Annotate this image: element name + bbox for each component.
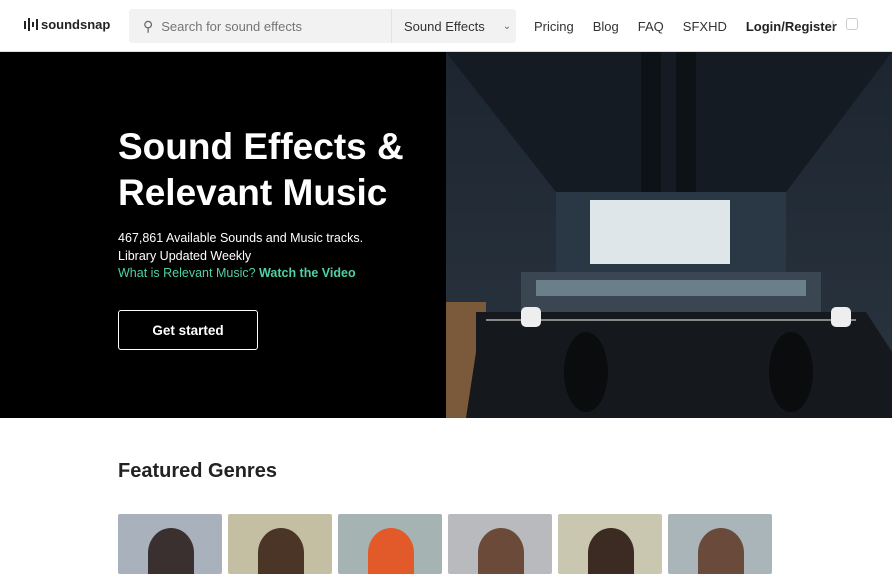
category-select[interactable]: Sound Effects ⌄ (391, 9, 516, 43)
get-started-button[interactable]: Get started (118, 310, 258, 350)
hero-title: Sound Effects & Relevant Music (118, 126, 404, 213)
sounds-count: 467,861 Available Sounds and Music track… (118, 231, 364, 245)
nav-blog[interactable]: Blog (593, 19, 619, 34)
nav-faq[interactable]: FAQ (638, 19, 664, 34)
genre-person-image (148, 528, 194, 574)
relevant-music-question: What is Relevant Music? (118, 266, 256, 280)
nav-pricing[interactable]: Pricing (534, 19, 574, 34)
watch-video-link[interactable]: Watch the Video (259, 266, 356, 280)
genre-card[interactable] (668, 514, 772, 574)
studio-image (446, 52, 892, 418)
chevron-down-icon: ⌄ (502, 20, 512, 32)
category-label: Sound Effects (404, 18, 485, 34)
genre-person-image (698, 528, 744, 574)
genre-card[interactable] (448, 514, 552, 574)
instagram-icon[interactable] (846, 18, 859, 30)
genre-card[interactable] (228, 514, 332, 574)
nav-sfxhd[interactable]: SFXHD (683, 19, 727, 34)
genre-person-image (258, 528, 304, 574)
genre-person-image (478, 528, 524, 574)
genre-person-image (588, 528, 634, 574)
genre-person-image (368, 528, 414, 574)
search-input[interactable] (161, 18, 382, 34)
main-nav: Pricing Blog FAQ SFXHD Login/Register (534, 19, 837, 34)
logo[interactable]: soundsnap (24, 17, 110, 32)
search-bar: ⚲ Sound Effects ⌄ (129, 9, 516, 43)
brand-name: soundsnap (41, 17, 111, 32)
library-updated: Library Updated Weekly (118, 248, 252, 263)
search-icon: ⚲ (143, 17, 154, 34)
genre-cards (118, 514, 772, 574)
featured-genres-heading: Featured Genres (118, 460, 277, 482)
header: soundsnap ⚲ Sound Effects ⌄ Pricing Blog … (0, 0, 892, 52)
genre-card[interactable] (118, 514, 222, 574)
hero-section: Sound Effects & Relevant Music 467,861 A… (0, 52, 892, 418)
genre-card[interactable] (338, 514, 442, 574)
logo-waveform-icon (24, 18, 38, 31)
login-register-link[interactable]: Login/Register (746, 19, 837, 34)
facebook-icon[interactable]: f (831, 18, 834, 32)
genre-card[interactable] (558, 514, 662, 574)
